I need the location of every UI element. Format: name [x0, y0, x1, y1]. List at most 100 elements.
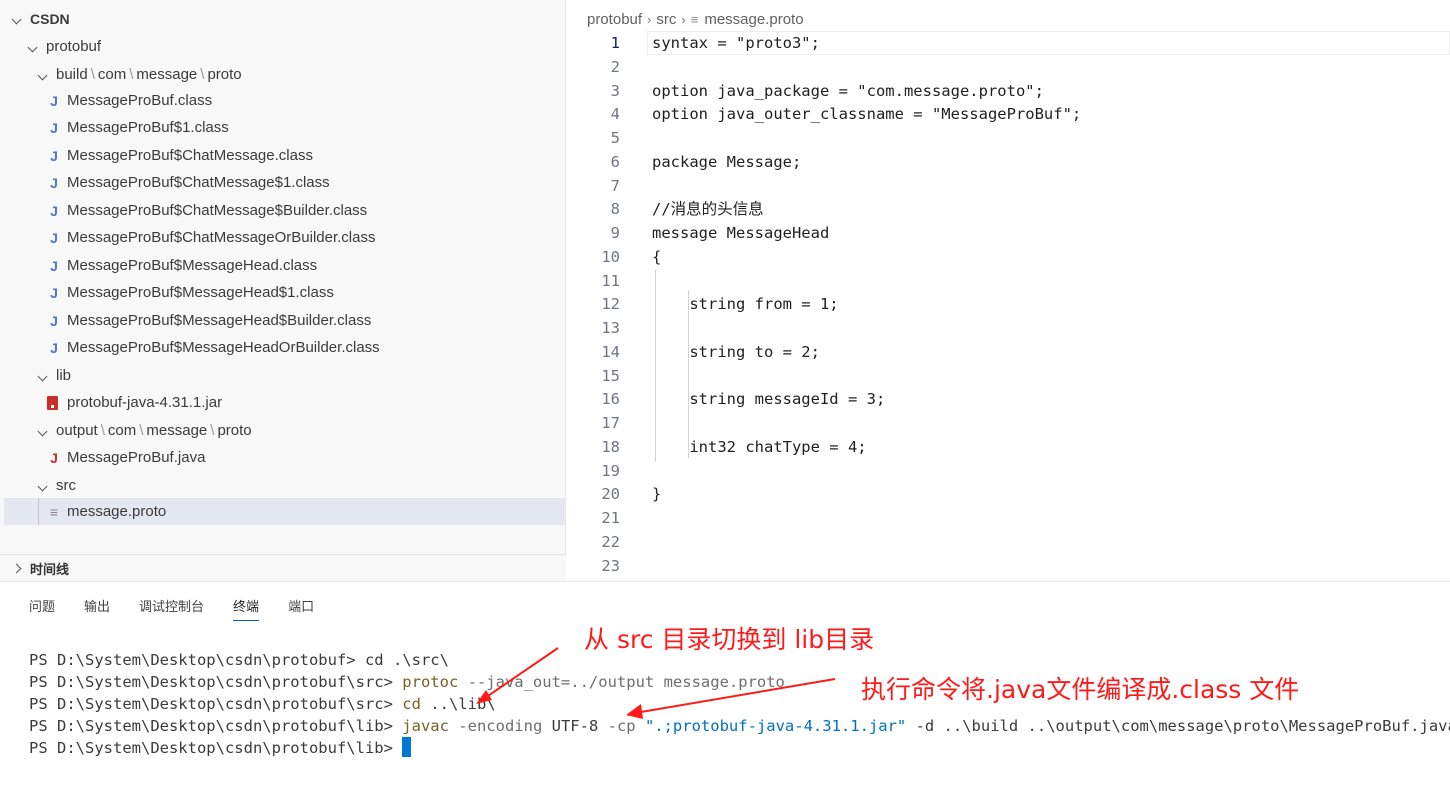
code-line[interactable]: 12 string from = 1;: [567, 292, 1450, 316]
code-line[interactable]: 3 option java_package = "com.message.prot…: [567, 79, 1450, 103]
tree-item-label: output: [56, 422, 98, 439]
tree-file-selected[interactable]: ≡ message.proto: [4, 498, 565, 525]
terminal-prompt: PS D:\System\Desktop\csdn\protobuf\lib>: [29, 739, 403, 757]
terminal-prompt: PS D:\System\Desktop\csdn\protobuf>: [29, 651, 365, 669]
code-line[interactable]: 4 option java_outer_classname = "MessageP…: [567, 102, 1450, 126]
terminal-command: cd .\src\: [364, 651, 449, 669]
path-separator: \: [200, 66, 205, 83]
chevron-right-icon: ›: [647, 11, 652, 27]
code-line[interactable]: 17: [567, 411, 1450, 435]
java-class-icon: J: [50, 284, 58, 301]
tree-item-label: MessageProBuf$ChatMessage$Builder.class: [67, 202, 368, 219]
line-number: 16: [601, 390, 620, 408]
terminal-args: ..\lib\: [420, 695, 496, 713]
terminal-prompt: PS D:\System\Desktop\csdn\protobuf\lib>: [29, 717, 403, 735]
line-number: 11: [601, 272, 620, 290]
timeline-section-header[interactable]: 时间线: [0, 554, 566, 581]
panel-tabs: 问题 输出 调试控制台 终端 端口: [29, 596, 343, 621]
java-class-icon: J: [50, 92, 58, 109]
breadcrumb-item[interactable]: protobuf: [587, 11, 642, 28]
tree-file[interactable]: J MessageProBuf$MessageHead.class: [4, 252, 565, 279]
chevron-down-icon: [34, 479, 50, 493]
tree-item-label: MessageProBuf.java: [67, 449, 206, 466]
terminal-cursor: [402, 737, 412, 757]
tree-folder-lib[interactable]: lib: [4, 362, 565, 389]
tree-folder-src[interactable]: src: [4, 472, 565, 499]
line-number: 4: [610, 105, 620, 123]
tree-file[interactable]: J MessageProBuf$ChatMessage$1.class: [4, 169, 565, 196]
code-line[interactable]: 18 int32 chatType = 4;: [567, 435, 1450, 459]
tab-ports[interactable]: 端口: [288, 596, 314, 621]
code-text: message MessageHead: [652, 224, 830, 242]
terminal-args: -d ..\build ..\output\com\message\proto\…: [906, 717, 1450, 735]
tree-item-label: MessageProBuf$ChatMessageOrBuilder.class: [67, 229, 376, 246]
code-line[interactable]: 11: [567, 269, 1450, 293]
tab-output[interactable]: 输出: [84, 596, 110, 621]
tree-item-label: MessageProBuf$MessageHead$1.class: [67, 284, 334, 301]
tree-item-label: MessageProBuf$1.class: [67, 119, 229, 136]
tree-file[interactable]: J MessageProBuf.class: [4, 87, 565, 114]
line-number: 23: [601, 557, 620, 575]
code-line[interactable]: 8 //消息的头信息: [567, 197, 1450, 221]
tree-item-label: message: [146, 422, 208, 439]
tree-file[interactable]: J MessageProBuf$ChatMessage$Builder.class: [4, 197, 565, 224]
tree-file[interactable]: J MessageProBuf$ChatMessage.class: [4, 142, 565, 169]
tree-root-csdn[interactable]: CSDN: [8, 5, 569, 32]
java-class-icon: J: [50, 202, 58, 219]
tree-folder-protobuf[interactable]: protobuf: [4, 33, 565, 60]
tree-file[interactable]: J MessageProBuf$MessageHead$Builder.class: [4, 307, 565, 334]
tree-file[interactable]: J MessageProBuf$ChatMessageOrBuilder.clas…: [4, 224, 565, 251]
java-class-icon: J: [50, 119, 58, 136]
terminal-line[interactable]: PS D:\System\Desktop\csdn\protobuf\lib>: [29, 737, 412, 759]
tree-item-label: src: [56, 477, 76, 494]
tree-file[interactable]: J MessageProBuf.java: [4, 444, 565, 471]
tree-file[interactable]: J MessageProBuf$1.class: [4, 114, 565, 141]
annotation-text-1: 从 src 目录切换到 lib目录: [584, 625, 875, 654]
code-line[interactable]: 15: [567, 364, 1450, 388]
tree-item-label: build: [56, 66, 88, 83]
tab-debug-console[interactable]: 调试控制台: [139, 596, 204, 621]
tab-problems[interactable]: 问题: [29, 596, 55, 621]
jar-file-icon: [47, 395, 58, 410]
annotation-text-2: 执行命令将.java文件编译成.class 文件: [861, 675, 1300, 704]
tree-file[interactable]: J MessageProBuf$MessageHeadOrBuilder.clas…: [4, 334, 565, 361]
code-line[interactable]: 1 syntax = "proto3";: [567, 31, 1450, 55]
code-line[interactable]: 13: [567, 316, 1450, 340]
code-line[interactable]: 21: [567, 506, 1450, 530]
code-text: string to = 2;: [652, 343, 820, 361]
code-line[interactable]: 2: [567, 55, 1450, 79]
terminal-line: PS D:\System\Desktop\csdn\protobuf\src> …: [29, 671, 785, 693]
code-line[interactable]: 9 message MessageHead: [567, 221, 1450, 245]
path-separator: \: [100, 422, 105, 439]
line-number: 15: [601, 367, 620, 385]
code-line[interactable]: 16 string messageId = 3;: [567, 387, 1450, 411]
code-text: int32 chatType = 4;: [652, 438, 867, 456]
tree-folder-build[interactable]: build \ com \ message \ proto: [4, 61, 565, 88]
code-line[interactable]: 22: [567, 530, 1450, 554]
code-editor[interactable]: protobuf › src › ≡ message.proto 1 syntax…: [567, 0, 1450, 581]
breadcrumb-item[interactable]: src: [656, 11, 676, 28]
code-line[interactable]: 6 package Message;: [567, 150, 1450, 174]
java-class-icon: J: [50, 174, 58, 191]
tree-item-label: proto: [207, 66, 242, 83]
terminal-prompt: PS D:\System\Desktop\csdn\protobuf\src>: [29, 673, 403, 691]
code-line[interactable]: 7: [567, 174, 1450, 198]
tree-folder-output[interactable]: output \ com \ message \ proto: [4, 417, 565, 444]
code-line[interactable]: 23: [567, 554, 1450, 578]
tree-file[interactable]: J MessageProBuf$MessageHead$1.class: [4, 279, 565, 306]
path-separator: \: [139, 422, 144, 439]
terminal-args: UTF-8: [542, 717, 608, 735]
line-number: 18: [601, 438, 620, 456]
code-line[interactable]: 10 {: [567, 245, 1450, 269]
line-number: 5: [610, 129, 620, 147]
tree-item-label: MessageProBuf$ChatMessage.class: [67, 147, 313, 164]
code-line[interactable]: 19: [567, 459, 1450, 483]
tab-terminal[interactable]: 终端: [233, 596, 260, 621]
path-separator: \: [129, 66, 134, 83]
code-line[interactable]: 5: [567, 126, 1450, 150]
tree-file[interactable]: protobuf-java-4.31.1.jar: [4, 389, 565, 416]
code-line[interactable]: 20}: [567, 482, 1450, 506]
code-line[interactable]: 14 string to = 2;: [567, 340, 1450, 364]
breadcrumb-item[interactable]: message.proto: [704, 11, 803, 28]
tree-indent-guide: [38, 498, 39, 525]
